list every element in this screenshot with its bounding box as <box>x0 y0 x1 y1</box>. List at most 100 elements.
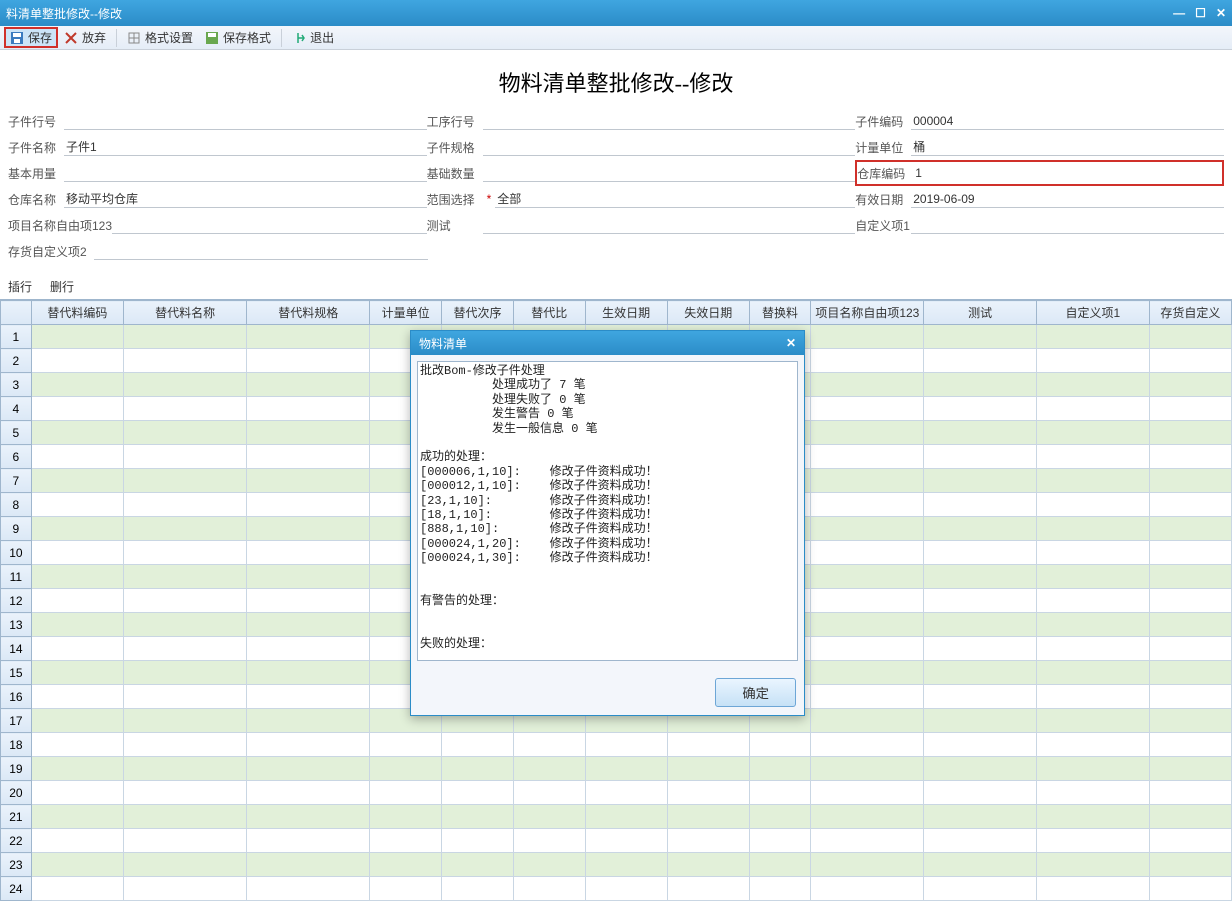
grid-cell[interactable] <box>247 445 370 469</box>
grid-cell[interactable] <box>1149 877 1231 901</box>
grid-cell[interactable] <box>370 877 442 901</box>
grid-cell[interactable] <box>442 805 514 829</box>
grid-cell[interactable] <box>31 541 123 565</box>
grid-cell[interactable] <box>247 613 370 637</box>
grid-cell[interactable] <box>1036 685 1149 709</box>
grid-cell[interactable] <box>749 733 811 757</box>
grid-cell[interactable] <box>513 853 585 877</box>
grid-header[interactable]: 替代比 <box>513 301 585 325</box>
grid-cell[interactable] <box>1036 517 1149 541</box>
grid-cell[interactable] <box>513 733 585 757</box>
grid-cell[interactable] <box>924 325 1037 349</box>
grid-cell[interactable] <box>247 757 370 781</box>
grid-cell[interactable] <box>1149 685 1231 709</box>
grid-cell[interactable] <box>667 733 749 757</box>
grid-cell[interactable] <box>811 541 924 565</box>
grid-cell[interactable] <box>442 829 514 853</box>
row-number-cell[interactable]: 10 <box>1 541 32 565</box>
delete-row-button[interactable]: 删行 <box>50 278 74 295</box>
grid-header[interactable]: 失效日期 <box>667 301 749 325</box>
grid-cell[interactable] <box>749 877 811 901</box>
row-number-cell[interactable]: 14 <box>1 637 32 661</box>
grid-cell[interactable] <box>1149 613 1231 637</box>
grid-cell[interactable] <box>442 877 514 901</box>
grid-cell[interactable] <box>31 373 123 397</box>
grid-header[interactable]: 替代次序 <box>442 301 514 325</box>
grid-cell[interactable] <box>1149 757 1231 781</box>
grid-cell[interactable] <box>124 709 247 733</box>
grid-cell[interactable] <box>749 781 811 805</box>
maximize-icon[interactable]: ☐ <box>1195 6 1206 20</box>
row-number-cell[interactable]: 3 <box>1 373 32 397</box>
row-number-cell[interactable]: 21 <box>1 805 32 829</box>
dialog-titlebar[interactable]: 物料清单 ✕ <box>411 331 804 355</box>
row-number-cell[interactable]: 23 <box>1 853 32 877</box>
grid-cell[interactable] <box>924 637 1037 661</box>
grid-cell[interactable] <box>1036 661 1149 685</box>
child-name-field[interactable]: 子件1 <box>64 138 427 156</box>
grid-cell[interactable] <box>585 781 667 805</box>
warehouse-code-field[interactable]: 1 <box>913 164 1222 182</box>
grid-cell[interactable] <box>667 757 749 781</box>
grid-cell[interactable] <box>247 685 370 709</box>
grid-cell[interactable] <box>1036 781 1149 805</box>
grid-cell[interactable] <box>924 757 1037 781</box>
grid-cell[interactable] <box>31 709 123 733</box>
grid-header[interactable]: 替换料 <box>749 301 811 325</box>
grid-header[interactable]: 计量单位 <box>370 301 442 325</box>
grid-cell[interactable] <box>1149 349 1231 373</box>
grid-cell[interactable] <box>1036 469 1149 493</box>
grid-header[interactable]: 生效日期 <box>585 301 667 325</box>
valid-date-field[interactable]: 2019-06-09 <box>911 190 1224 208</box>
grid-cell[interactable] <box>1036 829 1149 853</box>
grid-cell[interactable] <box>811 445 924 469</box>
grid-cell[interactable] <box>1036 733 1149 757</box>
grid-cell[interactable] <box>31 589 123 613</box>
grid-cell[interactable] <box>811 373 924 397</box>
grid-header[interactable]: 替代料编码 <box>31 301 123 325</box>
grid-cell[interactable] <box>370 853 442 877</box>
grid-cell[interactable] <box>924 469 1037 493</box>
discard-button[interactable]: 放弃 <box>58 27 112 48</box>
grid-cell[interactable] <box>811 853 924 877</box>
save-format-button[interactable]: 保存格式 <box>199 27 277 48</box>
grid-cell[interactable] <box>31 469 123 493</box>
grid-header[interactable]: 替代料规格 <box>247 301 370 325</box>
grid-cell[interactable] <box>1149 637 1231 661</box>
grid-header[interactable]: 替代料名称 <box>124 301 247 325</box>
grid-cell[interactable] <box>442 757 514 781</box>
grid-cell[interactable] <box>1149 397 1231 421</box>
grid-cell[interactable] <box>124 325 247 349</box>
grid-cell[interactable] <box>924 565 1037 589</box>
grid-cell[interactable] <box>31 781 123 805</box>
grid-cell[interactable] <box>31 757 123 781</box>
custom1-field[interactable] <box>911 216 1224 234</box>
grid-cell[interactable] <box>124 733 247 757</box>
grid-cell[interactable] <box>1036 541 1149 565</box>
table-row[interactable]: 24 <box>1 877 1232 901</box>
format-set-button[interactable]: 格式设置 <box>121 27 199 48</box>
grid-cell[interactable] <box>1036 397 1149 421</box>
grid-cell[interactable] <box>513 757 585 781</box>
grid-cell[interactable] <box>811 589 924 613</box>
grid-cell[interactable] <box>31 805 123 829</box>
process-row-no-field[interactable] <box>483 112 856 130</box>
grid-cell[interactable] <box>370 757 442 781</box>
grid-cell[interactable] <box>924 541 1037 565</box>
unit-field[interactable]: 桶 <box>911 138 1224 156</box>
grid-cell[interactable] <box>1149 493 1231 517</box>
grid-cell[interactable] <box>124 469 247 493</box>
grid-cell[interactable] <box>247 469 370 493</box>
grid-cell[interactable] <box>1036 325 1149 349</box>
grid-cell[interactable] <box>247 877 370 901</box>
grid-cell[interactable] <box>31 565 123 589</box>
grid-cell[interactable] <box>811 685 924 709</box>
grid-header[interactable]: 测试 <box>924 301 1037 325</box>
grid-cell[interactable] <box>124 637 247 661</box>
grid-cell[interactable] <box>247 805 370 829</box>
grid-cell[interactable] <box>247 781 370 805</box>
grid-cell[interactable] <box>1036 349 1149 373</box>
grid-cell[interactable] <box>1036 373 1149 397</box>
grid-cell[interactable] <box>811 877 924 901</box>
grid-cell[interactable] <box>924 877 1037 901</box>
